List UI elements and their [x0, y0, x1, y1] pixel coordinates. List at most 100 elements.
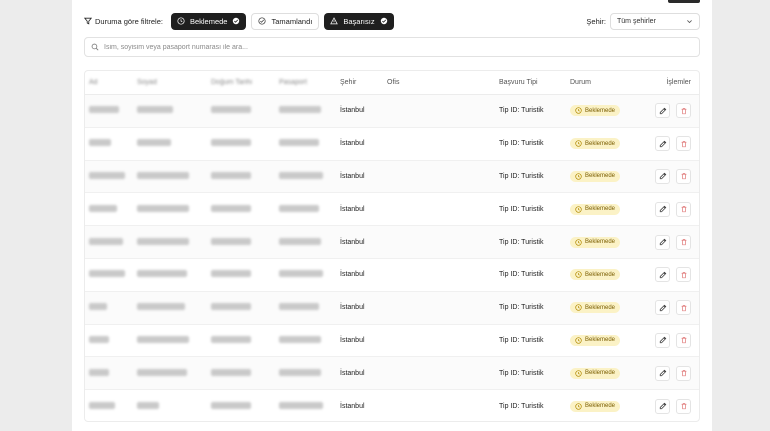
table-row[interactable]: İstanbul Tip ID: Turistik Beklemede	[85, 259, 699, 292]
header-status[interactable]: Durum	[570, 79, 650, 86]
redacted-text	[89, 171, 125, 179]
header-birth-date[interactable]: Doğum Tarihi	[211, 79, 279, 86]
cell-application-type: Tip ID: Turistik	[499, 238, 544, 246]
redacted-text	[279, 303, 319, 311]
cell-passport	[279, 139, 340, 148]
filter-bar: Duruma göre filtrele: Beklemede Tamamlan…	[84, 12, 700, 30]
delete-button[interactable]	[676, 201, 691, 217]
city-label: Şehir:	[586, 16, 606, 26]
redacted-text	[137, 270, 187, 278]
cell-status: Beklemede	[570, 269, 650, 281]
cell-application-type: Tip ID: Turistik	[499, 172, 544, 180]
cell-actions	[650, 267, 699, 283]
header-actions: İşlemler	[666, 79, 691, 86]
cell-status: Beklemede	[570, 203, 650, 215]
table-row[interactable]: İstanbul Tip ID: Turistik Beklemede	[85, 357, 699, 391]
header-application-type[interactable]: Başvuru Tipi	[499, 79, 570, 86]
cell-birth-date	[211, 204, 279, 214]
header-office[interactable]: Ofis	[387, 79, 499, 86]
table-row[interactable]: İstanbul Tip ID: Turistik Beklemede	[85, 95, 699, 128]
table-row[interactable]: İstanbul Tip ID: Turistik Beklemede	[85, 160, 699, 194]
redacted-text	[211, 335, 251, 343]
cell-application-type: Tip ID: Turistik	[499, 271, 544, 279]
edit-button[interactable]	[655, 365, 670, 381]
header-first-name[interactable]: Ad	[85, 79, 137, 86]
table-row[interactable]: İstanbul Tip ID: Turistik Beklemede	[85, 291, 699, 325]
cell-passport	[279, 270, 340, 279]
edit-button[interactable]	[655, 136, 670, 152]
status-badge-label: Beklemede	[585, 206, 616, 213]
filter-chip-failed[interactable]: Başarısız	[324, 12, 394, 30]
filter-chip-pending[interactable]: Beklemede	[170, 12, 247, 30]
cell-actions	[650, 234, 699, 250]
edit-button[interactable]	[655, 398, 670, 414]
clock-icon	[575, 206, 582, 213]
header-last-name[interactable]: Soyad	[137, 79, 211, 86]
cell-status: Beklemede	[570, 367, 650, 379]
check-circle-icon	[380, 17, 387, 25]
delete-button[interactable]	[676, 234, 691, 250]
status-badge: Beklemede	[570, 302, 621, 314]
table-row[interactable]: İstanbul Tip ID: Turistik Beklemede	[85, 226, 699, 259]
filter-chip-completed[interactable]: Tamamlandı	[251, 12, 320, 30]
trash-icon	[681, 206, 686, 213]
redacted-text	[137, 106, 173, 114]
delete-button[interactable]	[676, 267, 691, 283]
table-row[interactable]: İstanbul Tip ID: Turistik Beklemede	[85, 390, 699, 421]
cell-application-type: Tip ID: Turistik	[499, 107, 544, 115]
cell-first-name	[85, 204, 137, 214]
city-select[interactable]: Tüm şehirler	[610, 12, 700, 30]
edit-button[interactable]	[655, 300, 670, 316]
edit-button[interactable]	[655, 332, 670, 348]
redacted-text	[279, 204, 319, 212]
top-action-button[interactable]	[668, 0, 700, 3]
redacted-text	[279, 270, 323, 278]
redacted-text	[211, 171, 251, 179]
redacted-text	[89, 106, 119, 114]
table-row[interactable]: İstanbul Tip ID: Turistik Beklemede	[85, 128, 699, 161]
cell-first-name	[85, 139, 137, 148]
redacted-text	[137, 303, 185, 311]
cell-first-name	[85, 270, 137, 279]
cell-status: Beklemede	[570, 400, 650, 412]
edit-button[interactable]	[655, 201, 670, 217]
table-row[interactable]: İstanbul Tip ID: Turistik Beklemede	[85, 325, 699, 358]
trash-icon	[681, 337, 686, 344]
cell-passport	[279, 204, 340, 214]
cell-passport	[279, 171, 340, 181]
redacted-text	[279, 335, 321, 343]
edit-button[interactable]	[655, 168, 670, 184]
delete-button[interactable]	[676, 103, 691, 119]
cell-status: Beklemede	[570, 302, 650, 314]
status-badge: Beklemede	[570, 138, 621, 150]
cell-birth-date	[211, 139, 279, 148]
status-badge-label: Beklemede	[585, 107, 616, 114]
delete-button[interactable]	[676, 300, 691, 316]
status-badge: Beklemede	[570, 170, 621, 182]
delete-button[interactable]	[676, 332, 691, 348]
cell-actions	[650, 168, 699, 184]
delete-button[interactable]	[676, 398, 691, 414]
edit-button[interactable]	[655, 234, 670, 250]
clock-icon	[177, 17, 185, 25]
status-badge: Beklemede	[570, 367, 621, 379]
table-row[interactable]: İstanbul Tip ID: Turistik Beklemede	[85, 193, 699, 227]
cell-status: Beklemede	[570, 105, 650, 117]
cell-passport	[279, 106, 340, 115]
header-city[interactable]: Şehir	[340, 79, 387, 86]
clock-icon	[575, 107, 582, 115]
redacted-text	[137, 368, 187, 376]
edit-button[interactable]	[655, 267, 670, 283]
cell-actions	[650, 103, 699, 119]
trash-icon	[681, 403, 686, 410]
edit-button[interactable]	[655, 103, 670, 119]
redacted-text	[89, 270, 125, 278]
redacted-text	[211, 106, 251, 114]
delete-button[interactable]	[676, 136, 691, 152]
header-passport[interactable]: Pasaport	[279, 79, 340, 86]
search-input[interactable]	[104, 43, 693, 51]
delete-button[interactable]	[676, 365, 691, 381]
delete-button[interactable]	[676, 168, 691, 184]
edit-icon	[659, 304, 666, 311]
edit-icon	[659, 173, 666, 180]
